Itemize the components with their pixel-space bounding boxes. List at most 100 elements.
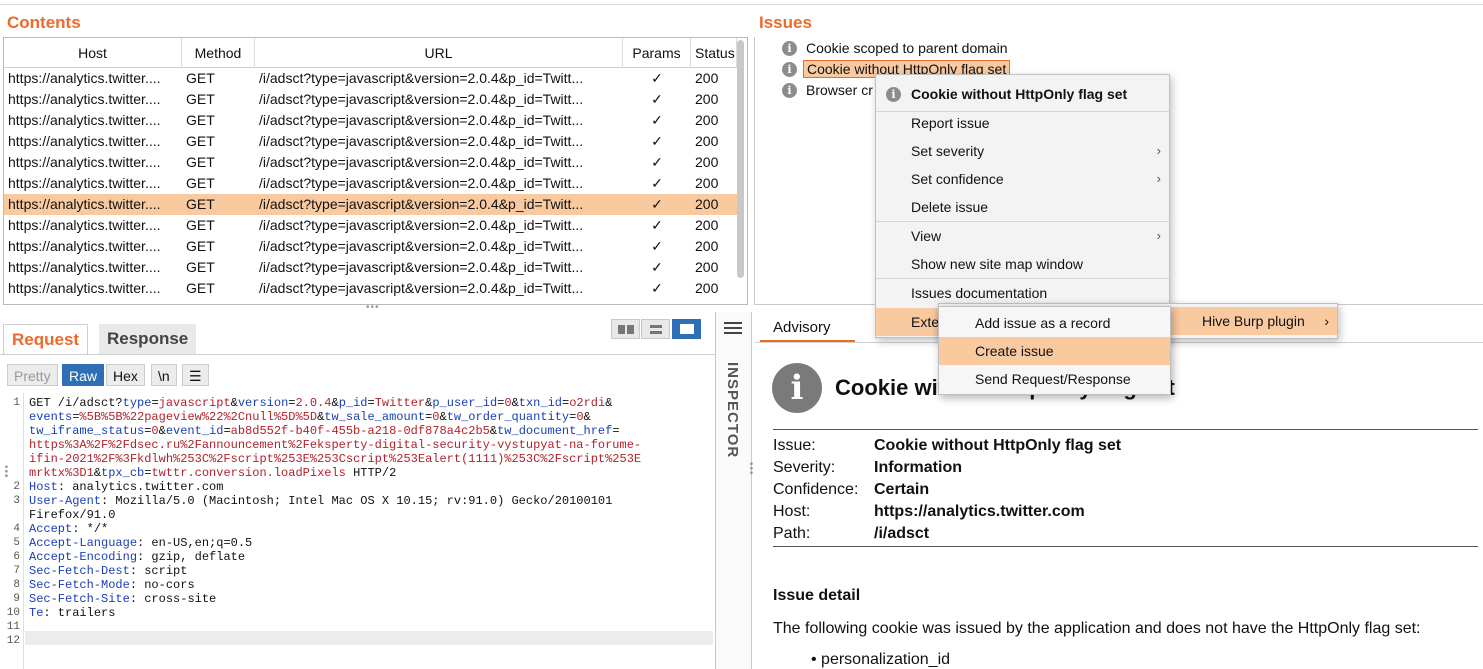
table-header: Host Method URL Params Status [4, 38, 737, 68]
resize-handle[interactable]: ••• [366, 302, 380, 313]
cell-url: /i/adsct?type=javascript&version=2.0.4&p… [259, 91, 584, 107]
info-icon: i [886, 87, 901, 102]
cell-method: GET [186, 154, 215, 170]
issue-item-browser[interactable]: i Browser cr [782, 80, 876, 100]
inspector-panel[interactable]: INSPECTOR [715, 312, 752, 669]
menu-item-create-issue[interactable]: Create issue [939, 337, 1170, 365]
param-name: Host [29, 480, 58, 494]
param-name: User-Agent [29, 494, 102, 508]
table-row[interactable]: https://analytics.twitter.... GET/i/adsct… [4, 110, 737, 131]
code-line: User-Agent: Mozilla/5.0 (Macintosh; Inte… [29, 494, 612, 508]
column-method[interactable]: Method [182, 38, 255, 68]
cell-params: ✓ [651, 217, 663, 233]
line-gutter: 1 2 3 4 5 6 7 8 9 10 11 12 [0, 393, 24, 669]
code-text: & [93, 466, 102, 480]
table-row[interactable]: https://analytics.twitter.... GET/i/adsct… [4, 257, 737, 278]
hex-button[interactable]: Hex [106, 364, 145, 386]
cell-method: GET [186, 280, 215, 296]
table-row[interactable]: https://analytics.twitter.... GET/i/adsct… [4, 89, 737, 110]
table-row[interactable]: https://analytics.twitter.... GET/i/adsct… [4, 131, 737, 152]
info-icon: i [782, 61, 797, 77]
cell-url: /i/adsct?type=javascript&version=2.0.4&p… [259, 70, 584, 86]
line-number: 10 [6, 607, 20, 619]
tab-advisory[interactable]: Advisory [760, 314, 855, 342]
menu-item-set-severity[interactable]: Set severity › [876, 137, 1169, 165]
column-status[interactable]: Status [691, 38, 737, 68]
menu-item-label: Hive Burp plugin [1202, 313, 1305, 329]
split-vertical-button[interactable] [641, 319, 670, 339]
code-text: & [158, 424, 166, 438]
info-icon: i [782, 40, 797, 56]
param-name: Accept [29, 522, 73, 536]
table-row[interactable]: https://analytics.twitter.... GET/i/adsct… [4, 236, 737, 257]
menu-item-view[interactable]: View › [876, 222, 1169, 250]
menu-item-label: Set severity [911, 143, 985, 159]
menu-item-report-issue[interactable]: Report issue [876, 109, 1169, 137]
param-name: tw_sale_amount [324, 410, 426, 424]
menu-item-label: Add issue as a record [975, 315, 1111, 331]
table-row[interactable]: https://analytics.twitter.... GET/i/adsct… [4, 194, 737, 215]
menu-item-send-request-response[interactable]: Send Request/Response [939, 365, 1170, 393]
cell-host: https://analytics.twitter.... [8, 70, 161, 86]
cell-params: ✓ [651, 133, 663, 149]
newline-toggle-button[interactable]: \n [151, 364, 177, 386]
menu-item-set-confidence[interactable]: Set confidence › [876, 165, 1169, 193]
code-line: mrktx%3D1&tpx_cb=twttr.conversion.loadPi… [29, 466, 396, 480]
code-line: Accept-Encoding: gzip, deflate [29, 550, 245, 564]
raw-button[interactable]: Raw [62, 364, 105, 386]
param-value: ifin-2021%2F%3Fkdlwh%253C%2Fscript%253E%… [29, 452, 642, 466]
menu-item-site-map[interactable]: Show new site map window [876, 250, 1169, 278]
cell-status: 200 [695, 196, 719, 212]
param-name: txn_id [518, 396, 562, 410]
code-text: Firefox/91.0 [29, 508, 116, 522]
single-pane-button[interactable] [672, 319, 701, 339]
table-row[interactable]: https://analytics.twitter.... GET/i/adsct… [4, 215, 737, 236]
cell-status: 200 [695, 112, 719, 128]
table-row[interactable]: https://analytics.twitter.... GET/i/adsct… [4, 173, 737, 194]
menu-item-delete-issue[interactable]: Delete issue [876, 193, 1169, 221]
cell-status: 200 [695, 70, 719, 86]
scrollbar[interactable] [737, 40, 744, 278]
field-label: Path: [773, 525, 811, 542]
menu-item-label: Issues documentation [911, 285, 1048, 301]
pretty-button[interactable]: Pretty [7, 364, 58, 386]
line-number: 1 [13, 397, 20, 409]
param-name: tw_document_href [497, 424, 613, 438]
code-line: https%3A%2F%2Fdsec.ru%2Fannouncement%2Fe… [29, 438, 641, 452]
issue-item-parent-domain[interactable]: i Cookie scoped to parent domain [782, 38, 1011, 58]
table-row[interactable]: https://analytics.twitter.... GET/i/adsct… [4, 68, 737, 89]
menu-item-label: Show new site map window [911, 256, 1083, 272]
column-url[interactable]: URL [255, 38, 623, 68]
split-horizontal-button[interactable] [611, 319, 640, 339]
param-name: Sec-Fetch-Dest [29, 564, 130, 578]
top-divider [0, 4, 1483, 5]
column-params[interactable]: Params [623, 38, 691, 68]
cell-url: /i/adsct?type=javascript&version=2.0.4&p… [259, 280, 584, 296]
cell-host: https://analytics.twitter.... [8, 133, 161, 149]
cell-method: GET [186, 175, 215, 191]
menu-item-label: Report issue [911, 115, 990, 131]
table-row[interactable]: https://analytics.twitter.... GET/i/adsct… [4, 152, 737, 173]
contents-table: Host Method URL Params Status https://an… [3, 37, 748, 305]
tab-response[interactable]: Response [99, 324, 197, 354]
code-line: Accept-Language: en-US,en;q=0.5 [29, 536, 252, 550]
table-row[interactable]: https://analytics.twitter.... GET/i/adsct… [4, 278, 737, 299]
divider [773, 429, 1478, 430]
hamburger-icon[interactable] [724, 322, 742, 336]
cell-status: 200 [695, 280, 719, 296]
param-name: version [237, 396, 289, 410]
menu-item-label: Exte [911, 314, 940, 330]
code-line: Sec-Fetch-Mode: no-cors [29, 578, 195, 592]
left-resize-handle[interactable]: ••• [0, 465, 11, 479]
param-value: mrktx%3D1 [29, 466, 94, 480]
field-label: Issue: [773, 437, 816, 454]
menu-item-add-issue-record[interactable]: Add issue as a record [939, 309, 1170, 337]
chevron-right-icon: › [1156, 171, 1161, 186]
cell-status: 200 [695, 133, 719, 149]
menu-item-label: Delete issue [911, 199, 989, 215]
column-host[interactable]: Host [4, 38, 182, 68]
hive-submenu: Add issue as a record Create issue Send … [938, 306, 1171, 395]
tab-request[interactable]: Request [3, 324, 89, 354]
editor-menu-button[interactable]: ☰ [182, 364, 209, 386]
request-editor[interactable]: 1 2 3 4 5 6 7 8 9 10 11 12 GET /i/adsct?type=javasc… [0, 393, 713, 669]
